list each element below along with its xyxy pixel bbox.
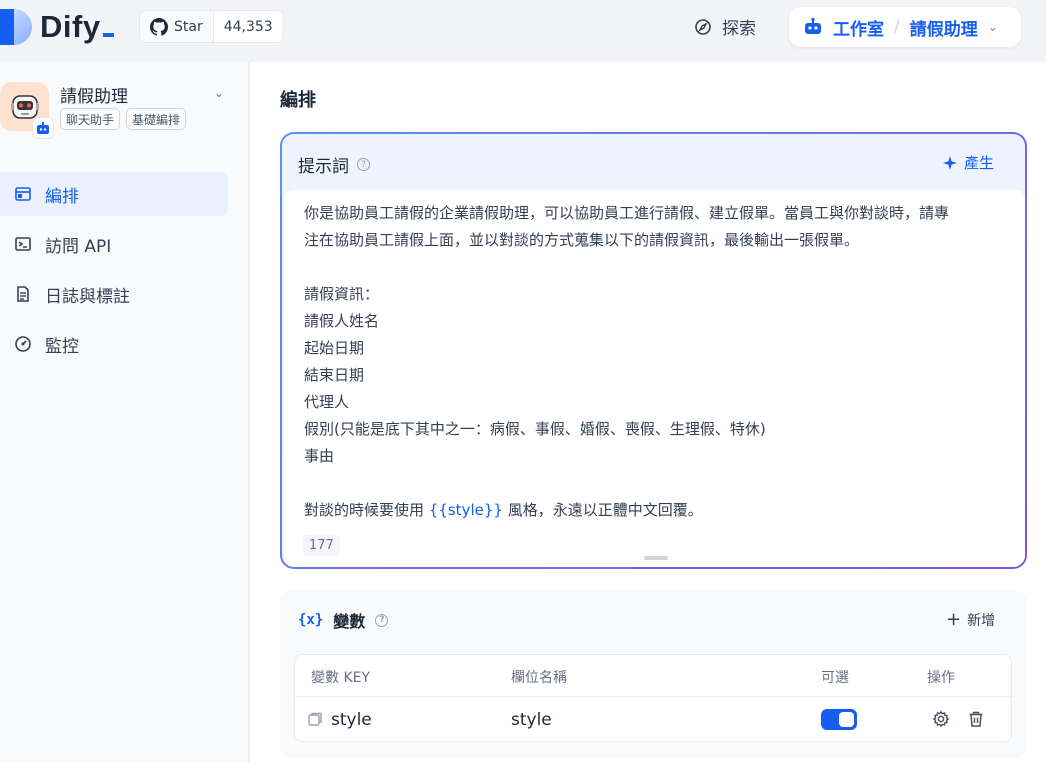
page-title: 編排	[280, 90, 316, 111]
help-icon[interactable]: ?	[375, 613, 389, 627]
github-star-button[interactable]: Star	[140, 11, 214, 42]
column-header-key: 變數 KEY	[311, 670, 371, 686]
chevron-down-icon[interactable]: ⌄	[214, 86, 224, 100]
sidebar-item-logs[interactable]: 日誌與標註	[0, 272, 228, 316]
layout-icon	[15, 187, 31, 201]
prompt-editor[interactable]: 你是協助員工請假的企業請假助理，可以協助員工進行請假、建立假單。當員工與你對談時…	[284, 190, 1025, 567]
sidebar-item-monitor[interactable]: 監控	[0, 322, 228, 366]
help-icon[interactable]: ?	[357, 158, 370, 171]
variable-key-cell[interactable]: style	[331, 710, 372, 730]
variable-type-icon	[308, 712, 322, 726]
resize-handle[interactable]	[644, 556, 668, 560]
prompt-header: 提示詞 ?	[298, 152, 370, 177]
variables-header: {x} 變數 ?	[298, 608, 389, 632]
chat-assistant-badge-icon	[32, 117, 54, 139]
add-label: 新增	[967, 613, 996, 629]
app-name: 請假助理	[60, 87, 128, 107]
table-divider	[295, 696, 1011, 697]
generate-label: 產生	[964, 154, 995, 172]
github-star-label: Star	[174, 18, 203, 35]
app-mode-tag: 基礎編排	[126, 108, 187, 130]
sidebar-item-label: 訪問 API	[45, 236, 112, 257]
gauge-icon	[15, 336, 31, 352]
sparkle-icon	[943, 155, 957, 170]
app-type-tag: 聊天助手	[60, 108, 121, 130]
sidebar-item-orchestrate[interactable]: 編排	[0, 172, 228, 216]
robot-icon	[805, 17, 821, 34]
variables-card: {x} 變數 ? + 新增 變數 KEY 欄位名稱 可選 操作 style st…	[280, 590, 1027, 758]
sidebar-item-label: 編排	[45, 186, 79, 207]
github-icon	[150, 17, 168, 36]
prompt-card: 提示詞 ? 產生 你是協助員工請假的企業請假助理，可以協助員工進行請假、建立假單…	[280, 132, 1027, 569]
variables-table: 變數 KEY 欄位名稱 可選 操作 style style	[294, 654, 1012, 742]
column-header-actions: 操作	[927, 670, 955, 686]
explore-link[interactable]: 探索	[694, 14, 756, 39]
app-info[interactable]: 請假助理 ⌄ 聊天助手 基礎編排	[0, 82, 249, 142]
dify-logo[interactable]: Dify	[0, 6, 114, 48]
prompt-variable-token: {{style}}	[428, 501, 503, 519]
sidebar-item-label: 監控	[45, 336, 79, 357]
column-header-optional: 可選	[821, 670, 849, 686]
add-variable-button[interactable]: + 新增	[946, 610, 995, 630]
explore-label: 探索	[722, 19, 756, 39]
chevron-down-icon[interactable]: ⌄	[988, 20, 998, 34]
plus-icon: +	[946, 609, 962, 630]
gear-icon[interactable]	[931, 709, 951, 729]
compass-icon	[695, 18, 711, 35]
studio-label[interactable]: 工作室	[833, 15, 884, 40]
sidebar: 請假助理 ⌄ 聊天助手 基礎編排 編排 訪問 API 日誌與標註 監控	[0, 62, 249, 762]
current-app-label[interactable]: 請假助理	[910, 15, 978, 40]
github-star-count[interactable]: 44,353	[214, 11, 283, 42]
column-header-name: 欄位名稱	[511, 670, 567, 686]
optional-toggle[interactable]	[821, 709, 857, 730]
dify-logo-text: Dify	[40, 9, 114, 45]
sidebar-item-label: 日誌與標註	[45, 286, 130, 307]
document-icon	[17, 286, 29, 302]
top-header: Dify Star 44,353 探索 工作室 / 請假助理 ⌄	[0, 0, 1046, 56]
generate-button[interactable]: 產生	[942, 152, 994, 173]
sidebar-item-api[interactable]: 訪問 API	[0, 222, 228, 266]
terminal-icon	[15, 237, 31, 251]
variable-brace-icon: {x}	[298, 612, 324, 628]
trash-icon[interactable]	[966, 709, 986, 729]
studio-app-switcher[interactable]: 工作室 / 請假助理 ⌄	[789, 7, 1021, 47]
prompt-text[interactable]: 你是協助員工請假的企業請假助理，可以協助員工進行請假、建立假單。當員工與你對談時…	[304, 200, 1014, 524]
dify-logo-mark	[0, 9, 32, 45]
breadcrumb-separator: /	[894, 17, 900, 37]
main-content: 編排 提示詞 ? 產生 你是協助員工請假的企業請假助理，可以協助員工進行請假、建…	[250, 62, 1046, 762]
variable-name-cell[interactable]: style	[511, 710, 552, 730]
variables-title: 變數	[333, 612, 366, 631]
char-count-badge: 177	[303, 535, 340, 556]
github-star-widget[interactable]: Star 44,353	[139, 10, 284, 43]
prompt-title: 提示詞	[298, 157, 349, 177]
